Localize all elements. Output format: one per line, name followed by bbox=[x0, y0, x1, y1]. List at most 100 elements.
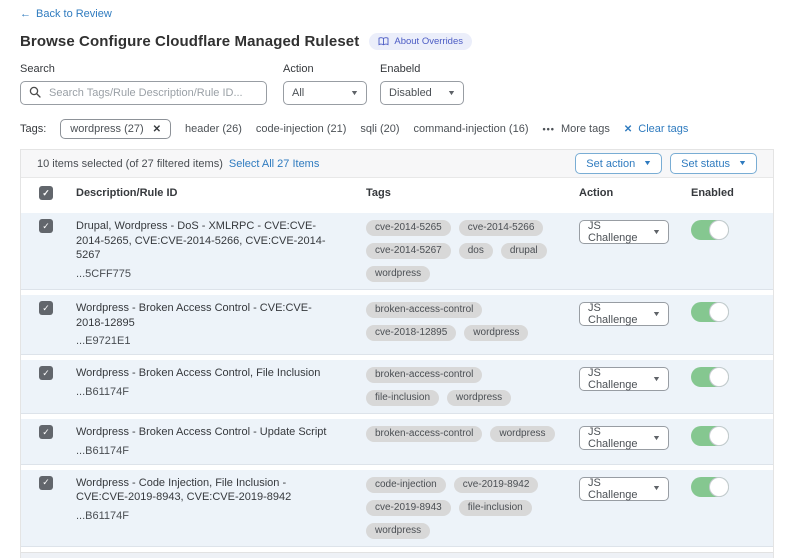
clear-tags-label: Clear tags bbox=[638, 123, 688, 135]
set-action-label: Set action bbox=[586, 158, 635, 170]
check-icon: ✓ bbox=[42, 188, 50, 199]
tag-pill: wordpress bbox=[490, 426, 554, 442]
tag-pill: cve-2018-12895 bbox=[366, 325, 456, 341]
row-checkbox[interactable]: ✓ bbox=[39, 301, 53, 315]
action-label: Action bbox=[283, 63, 367, 75]
ellipsis-icon: ••• bbox=[542, 124, 554, 134]
tag-pill: file-inclusion bbox=[459, 500, 532, 516]
clear-tags-button[interactable]: ✕ Clear tags bbox=[624, 123, 689, 135]
tag-filter-sqli[interactable]: sqli (20) bbox=[360, 123, 399, 135]
table-row: ✓ Wordpress - Code Injection, File Inclu… bbox=[21, 470, 773, 547]
toggle-knob bbox=[709, 302, 729, 322]
row-action-select[interactable]: JS Challenge ▼ bbox=[579, 426, 669, 450]
back-to-review-link[interactable]: ← Back to Review bbox=[20, 8, 112, 20]
rule-description: Wordpress - Broken Access Control - CVE:… bbox=[76, 301, 366, 330]
search-box bbox=[20, 81, 267, 105]
tag-pill: dos bbox=[459, 243, 493, 259]
select-all-link[interactable]: Select All 27 Items bbox=[229, 158, 320, 170]
tag-pill: cve-2014-5265 bbox=[366, 220, 451, 236]
toggle-knob bbox=[709, 220, 729, 240]
chevron-down-icon: ▼ bbox=[643, 160, 652, 167]
table-header-row: ✓ Description/Rule ID Tags Action Enable… bbox=[21, 178, 773, 208]
rule-tags: broken-access-controlfile-inclusionwordp… bbox=[366, 366, 579, 406]
chevron-down-icon: ▼ bbox=[447, 90, 456, 97]
row-checkbox[interactable]: ✓ bbox=[39, 366, 53, 380]
action-filter-select[interactable]: All ▼ bbox=[283, 81, 367, 105]
rule-tags: broken-access-controlcve-2018-12895wordp… bbox=[366, 301, 579, 341]
about-badge-label: About Overrides bbox=[394, 36, 463, 47]
check-icon: ✓ bbox=[42, 477, 50, 488]
check-icon: ✓ bbox=[42, 427, 50, 438]
about-overrides-badge[interactable]: About Overrides bbox=[369, 33, 472, 50]
more-tags-label: More tags bbox=[561, 123, 610, 135]
row-action-value: JS Challenge bbox=[588, 367, 653, 391]
row-action-value: JS Challenge bbox=[588, 220, 653, 244]
row-action-select[interactable]: JS Challenge ▼ bbox=[579, 477, 669, 501]
rule-tags: cve-2014-5265cve-2014-5266cve-2014-5267d… bbox=[366, 219, 579, 282]
tag-pill: cve-2019-8943 bbox=[366, 500, 451, 516]
selected-tag-chip-wordpress[interactable]: wordpress (27) ✕ bbox=[60, 119, 171, 139]
enabled-toggle[interactable] bbox=[691, 477, 729, 497]
search-label: Search bbox=[20, 63, 267, 75]
close-icon[interactable]: ✕ bbox=[153, 124, 161, 135]
table-row: ✓ Wordpress - Broken Access Control - Up… bbox=[21, 419, 773, 465]
selection-status: 10 items selected (of 27 filtered items) bbox=[37, 158, 223, 170]
set-action-button[interactable]: Set action ▼ bbox=[575, 153, 662, 174]
partial-next-row bbox=[21, 552, 773, 558]
column-header-description: Description/Rule ID bbox=[76, 187, 366, 199]
enabled-label: Enabeld bbox=[380, 63, 464, 75]
tag-filter-header[interactable]: header (26) bbox=[185, 123, 242, 135]
more-tags-button[interactable]: ••• More tags bbox=[542, 123, 609, 135]
set-status-button[interactable]: Set status ▼ bbox=[670, 153, 757, 174]
rule-id: ...B61174F bbox=[76, 445, 366, 457]
enabled-toggle[interactable] bbox=[691, 367, 729, 387]
rule-description: Drupal, Wordpress - DoS - XMLRPC - CVE:C… bbox=[76, 219, 366, 263]
chevron-down-icon: ▼ bbox=[652, 485, 661, 492]
tag-pill: cve-2014-5267 bbox=[366, 243, 451, 259]
tag-pill: broken-access-control bbox=[366, 302, 482, 318]
enabled-toggle[interactable] bbox=[691, 426, 729, 446]
tag-pill: drupal bbox=[501, 243, 547, 259]
row-action-value: JS Challenge bbox=[588, 477, 653, 501]
enabled-toggle[interactable] bbox=[691, 302, 729, 322]
rule-id: ...5CFF775 bbox=[76, 268, 366, 280]
check-icon: ✓ bbox=[42, 368, 50, 379]
tag-pill: wordpress bbox=[366, 266, 430, 282]
back-link-label: Back to Review bbox=[36, 8, 112, 20]
tag-pill: broken-access-control bbox=[366, 367, 482, 383]
search-filter-group: Search bbox=[20, 63, 267, 105]
chevron-down-icon: ▼ bbox=[652, 376, 661, 383]
tag-pill: wordpress bbox=[366, 523, 430, 539]
rule-id: ...E9721E1 bbox=[76, 335, 366, 347]
page: ← Back to Review Browse Configure Cloudf… bbox=[0, 0, 794, 558]
select-all-checkbox[interactable]: ✓ bbox=[39, 186, 53, 200]
set-status-label: Set status bbox=[681, 158, 730, 170]
enabled-toggle[interactable] bbox=[691, 220, 729, 240]
chevron-down-icon: ▼ bbox=[652, 311, 661, 318]
tag-filter-command-injection[interactable]: command-injection (16) bbox=[414, 123, 529, 135]
selected-tag-label: wordpress (27) bbox=[70, 123, 143, 135]
rule-id: ...B61174F bbox=[76, 510, 366, 522]
rule-tags: broken-access-controlwordpress bbox=[366, 425, 579, 442]
row-action-select[interactable]: JS Challenge ▼ bbox=[579, 367, 669, 391]
chevron-down-icon: ▼ bbox=[350, 90, 359, 97]
table-row: ✓ Wordpress - Broken Access Control, Fil… bbox=[21, 360, 773, 414]
row-checkbox[interactable]: ✓ bbox=[39, 219, 53, 233]
column-header-enabled: Enabled bbox=[691, 187, 773, 199]
tag-pill: cve-2019-8942 bbox=[454, 477, 539, 493]
row-checkbox[interactable]: ✓ bbox=[39, 425, 53, 439]
row-action-select[interactable]: JS Challenge ▼ bbox=[579, 302, 669, 326]
action-filter-value: All bbox=[292, 87, 304, 99]
tag-filter-code-injection[interactable]: code-injection (21) bbox=[256, 123, 347, 135]
search-input[interactable] bbox=[47, 86, 258, 100]
close-icon: ✕ bbox=[624, 124, 632, 135]
row-action-select[interactable]: JS Challenge ▼ bbox=[579, 220, 669, 244]
enabled-filter-select[interactable]: Disabled ▼ bbox=[380, 81, 464, 105]
row-checkbox[interactable]: ✓ bbox=[39, 476, 53, 490]
toggle-knob bbox=[709, 426, 729, 446]
title-row: Browse Configure Cloudflare Managed Rule… bbox=[20, 33, 774, 50]
back-arrow-icon: ← bbox=[20, 8, 31, 20]
toggle-knob bbox=[709, 477, 729, 497]
book-icon bbox=[378, 37, 389, 46]
table-body: ✓ Drupal, Wordpress - DoS - XMLRPC - CVE… bbox=[21, 213, 773, 547]
